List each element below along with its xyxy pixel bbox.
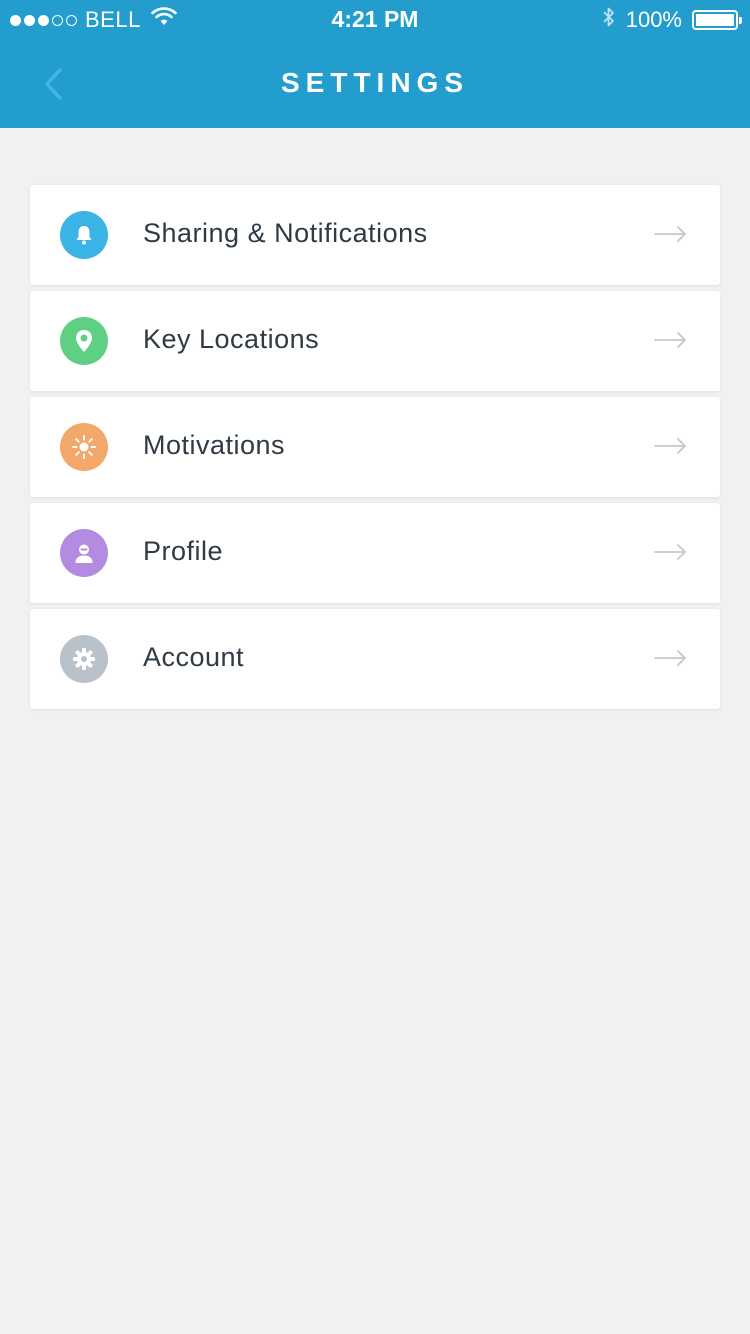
battery-percent: 100% bbox=[625, 7, 682, 32]
arrow-right-icon bbox=[654, 438, 687, 454]
gear-icon bbox=[60, 635, 108, 683]
settings-item-label: Motivations bbox=[143, 430, 286, 460]
location-pin-icon bbox=[60, 317, 108, 365]
battery-fill bbox=[696, 14, 734, 26]
arrow-right-icon bbox=[654, 226, 687, 242]
settings-list: Sharing & Notifications Key Locations Mo… bbox=[30, 185, 720, 715]
bluetooth-icon bbox=[602, 5, 616, 35]
settings-item-label: Key Locations bbox=[143, 324, 320, 354]
settings-item-sharing-notifications[interactable]: Sharing & Notifications bbox=[30, 185, 720, 285]
bell-icon bbox=[60, 211, 108, 259]
settings-item-account[interactable]: Account bbox=[30, 609, 720, 709]
settings-item-label: Profile bbox=[143, 536, 224, 566]
sun-icon bbox=[60, 423, 108, 471]
arrow-right-icon bbox=[654, 544, 687, 560]
navigation-bar: SETTINGS bbox=[0, 40, 750, 128]
status-right: 100% bbox=[602, 5, 742, 35]
arrow-right-icon bbox=[654, 332, 687, 348]
settings-item-profile[interactable]: Profile bbox=[30, 503, 720, 603]
battery-icon bbox=[692, 10, 742, 30]
page-title: SETTINGS bbox=[280, 67, 469, 98]
status-bar: BELL 4:21 PM 100% bbox=[0, 0, 750, 40]
top-bar: BELL 4:21 PM 100% SETTINGS bbox=[0, 0, 750, 128]
person-icon bbox=[60, 529, 108, 577]
settings-item-label: Account bbox=[143, 642, 245, 672]
settings-item-key-locations[interactable]: Key Locations bbox=[30, 291, 720, 391]
arrow-right-icon bbox=[654, 650, 687, 666]
settings-item-label: Sharing & Notifications bbox=[143, 218, 428, 248]
settings-item-motivations[interactable]: Motivations bbox=[30, 397, 720, 497]
